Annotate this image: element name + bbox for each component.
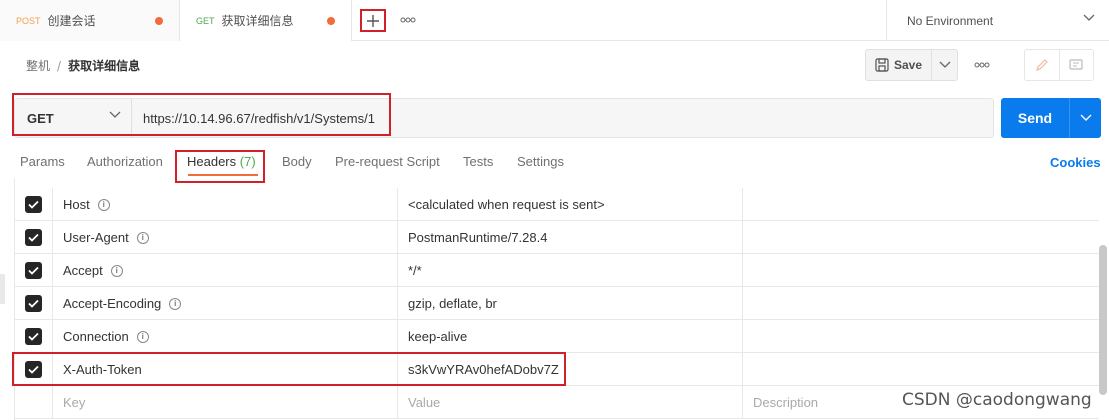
info-icon[interactable]: i <box>97 198 110 211</box>
breadcrumb-collection[interactable]: 整机 <box>26 57 50 74</box>
tab-params[interactable]: Params <box>20 154 65 169</box>
header-key[interactable]: X-Auth-Token <box>63 362 142 377</box>
tab-prerequest-script[interactable]: Pre-request Script <box>335 154 440 169</box>
unsaved-dot-icon <box>327 17 335 25</box>
header-value[interactable]: */* <box>408 263 422 278</box>
checkbox[interactable] <box>25 229 42 246</box>
header-value[interactable]: keep-alive <box>408 329 467 344</box>
chevron-down-icon <box>1080 114 1091 121</box>
breadcrumb-separator: / <box>57 58 62 73</box>
table-row: Host i <calculated when request is sent> <box>15 188 1099 221</box>
value-input[interactable]: Value <box>398 386 743 419</box>
breadcrumb: 整机 / 获取详细信息 <box>26 57 140 74</box>
breadcrumb-request[interactable]: 获取详细信息 <box>68 57 140 74</box>
info-icon[interactable]: i <box>136 231 149 244</box>
tab-method: GET <box>196 15 215 26</box>
check-icon <box>28 233 39 242</box>
method-select[interactable]: GET <box>15 99 132 137</box>
header-description[interactable] <box>743 320 1099 353</box>
view-toggle-group <box>1024 49 1094 81</box>
table-row: X-Auth-Token s3kVwYRAv0hefADobv7Z <box>15 353 1099 386</box>
comment-icon[interactable] <box>1058 50 1094 80</box>
checkbox[interactable] <box>25 328 42 345</box>
tab-body[interactable]: Body <box>282 154 312 169</box>
tab-headers-label: Headers <box>187 154 237 169</box>
edit-icon[interactable] <box>1025 50 1059 80</box>
table-row: Accept i */* <box>15 254 1099 287</box>
save-label: Save <box>893 58 923 72</box>
unsaved-dot-icon <box>155 17 163 25</box>
tab-authorization[interactable]: Authorization <box>87 154 163 169</box>
header-value[interactable]: <calculated when request is sent> <box>408 197 605 212</box>
environment-selector[interactable]: No Environment <box>886 0 1109 41</box>
send-dropdown-button[interactable] <box>1070 98 1101 138</box>
header-key[interactable]: Host <box>63 197 90 212</box>
send-button-group: Send <box>1001 98 1101 138</box>
info-icon[interactable]: i <box>169 297 182 310</box>
tab-method: POST <box>16 15 41 26</box>
check-icon <box>28 200 39 209</box>
header-key[interactable]: Accept <box>63 263 103 278</box>
cookies-link[interactable]: Cookies <box>1050 155 1101 170</box>
chevron-down-icon <box>939 61 950 68</box>
header-key[interactable]: Connection <box>63 329 129 344</box>
header-key[interactable]: User-Agent <box>63 230 129 245</box>
chevron-down-icon <box>1083 13 1095 25</box>
plus-icon <box>367 14 379 27</box>
scrollbar[interactable] <box>1099 245 1107 395</box>
check-icon <box>28 365 39 374</box>
header-description[interactable] <box>743 188 1099 221</box>
header-value[interactable]: PostmanRuntime/7.28.4 <box>408 230 547 245</box>
save-icon <box>875 58 889 72</box>
check-icon <box>28 332 39 341</box>
header-description[interactable] <box>743 254 1099 287</box>
table-row: Connection i keep-alive <box>15 320 1099 353</box>
sidebar-edge <box>0 274 5 304</box>
chevron-down-icon <box>109 111 121 122</box>
tab-settings[interactable]: Settings <box>517 154 564 169</box>
checkbox[interactable] <box>25 361 42 378</box>
table-row: User-Agent i PostmanRuntime/7.28.4 <box>15 221 1099 254</box>
environment-label: No Environment <box>907 13 994 28</box>
tab-bar: POST 创建会话 GET 获取详细信息 No Environment <box>0 0 1109 41</box>
active-tab-indicator <box>188 174 258 176</box>
save-dropdown-button[interactable] <box>932 50 957 80</box>
header-description[interactable] <box>743 287 1099 320</box>
send-button[interactable]: Send <box>1001 98 1070 138</box>
info-icon[interactable]: i <box>110 264 123 277</box>
tab-name: 创建会话 <box>47 14 96 28</box>
tab-tests[interactable]: Tests <box>463 154 493 169</box>
check-icon <box>28 266 39 275</box>
info-icon[interactable]: i <box>136 330 149 343</box>
key-input[interactable]: Key <box>53 386 398 419</box>
header-key[interactable]: Accept-Encoding <box>63 296 161 311</box>
header-value[interactable]: gzip, deflate, br <box>408 296 497 311</box>
checkbox[interactable] <box>25 262 42 279</box>
more-tabs-icon[interactable] <box>400 12 416 26</box>
checkbox[interactable] <box>25 295 42 312</box>
request-url-bar: GET <box>14 98 994 138</box>
watermark: CSDN @caodongwang <box>902 390 1092 410</box>
more-actions-icon[interactable] <box>974 57 990 71</box>
table-row: Accept-Encoding i gzip, deflate, br <box>15 287 1099 320</box>
header-description[interactable] <box>743 353 1099 386</box>
tab-headers[interactable]: Headers (7) <box>187 154 256 169</box>
header-value[interactable]: s3kVwYRAv0hefADobv7Z <box>408 362 559 377</box>
checkbox[interactable] <box>25 196 42 213</box>
request-tab-get-details[interactable]: GET 获取详细信息 <box>180 0 352 41</box>
save-button[interactable]: Save <box>866 50 932 80</box>
headers-table: Host i <calculated when request is sent> … <box>14 178 1099 420</box>
url-input[interactable] <box>133 99 993 137</box>
header-description[interactable] <box>743 221 1099 254</box>
method-value: GET <box>27 110 54 126</box>
new-tab-button[interactable] <box>360 9 386 32</box>
check-icon <box>28 299 39 308</box>
headers-count: (7) <box>239 154 256 169</box>
tab-name: 获取详细信息 <box>221 14 294 28</box>
save-button-group: Save <box>865 49 958 81</box>
request-tab-create-session[interactable]: POST 创建会话 <box>0 0 180 41</box>
